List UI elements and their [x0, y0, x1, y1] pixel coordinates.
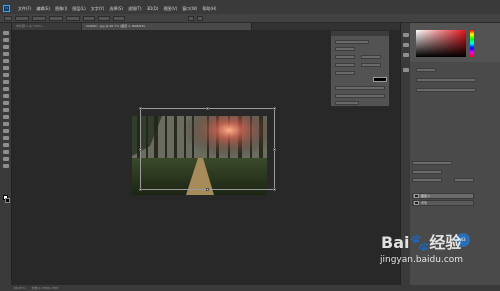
font-family-select[interactable] [335, 40, 369, 44]
layers-panel [410, 157, 500, 285]
eraser-tool-icon[interactable] [3, 101, 9, 105]
move-tool-icon[interactable] [3, 31, 9, 35]
y-field[interactable] [32, 15, 46, 21]
menu-window[interactable]: 窗口(W) [182, 6, 197, 12]
color-picker-shade [416, 30, 466, 57]
paragraph-panel-icon[interactable] [403, 53, 409, 57]
menu-select[interactable]: 选择(S) [109, 6, 123, 12]
menu-view[interactable]: 视图(V) [163, 6, 177, 12]
transform-handle[interactable] [139, 107, 142, 110]
character-panel-header[interactable] [331, 31, 389, 36]
hand-tool-icon[interactable] [3, 157, 9, 161]
skew-field[interactable] [98, 15, 110, 21]
dodge-tool-icon[interactable] [3, 122, 9, 126]
transform-handle[interactable] [206, 188, 209, 191]
height-field[interactable] [66, 15, 80, 21]
zoom-level[interactable]: 66.67% [14, 286, 25, 290]
adjustment-row[interactable] [416, 88, 476, 92]
layer-row[interactable]: 背景 [412, 200, 474, 206]
baidu-jingyan-logo: Bai🐾经验 [381, 233, 462, 252]
shape-tool-icon[interactable] [3, 150, 9, 154]
menu-bar: Ps 文件(F) 编辑(E) 图像(I) 图层(L) 文字(Y) 选择(S) 滤… [0, 3, 500, 14]
menu-edit[interactable]: 编辑(E) [36, 6, 50, 12]
menu-layer[interactable]: 图层(L) [72, 6, 85, 12]
menu-image[interactable]: 图像(I) [55, 6, 67, 12]
x-field[interactable] [15, 15, 29, 21]
transform-handle[interactable] [139, 148, 142, 151]
layer-thumbnail [414, 194, 419, 198]
opentype-buttons[interactable] [335, 94, 385, 98]
transform-handle[interactable] [206, 107, 209, 110]
path-select-tool-icon[interactable] [3, 143, 9, 147]
brush-tool-icon[interactable] [3, 80, 9, 84]
text-color-swatch[interactable] [373, 77, 387, 82]
history-panel-icon[interactable] [403, 33, 409, 37]
options-bar [0, 14, 500, 23]
photoshop-logo: Ps [3, 5, 10, 12]
layer-row[interactable]: 图层 1 [412, 193, 474, 199]
kerning-field[interactable] [335, 63, 355, 67]
menu-filter[interactable]: 滤镜(T) [128, 6, 142, 12]
transform-bounding-box[interactable] [139, 107, 276, 191]
cancel-transform-icon[interactable] [188, 15, 194, 21]
quick-select-tool-icon[interactable] [3, 52, 9, 56]
hue-slider[interactable] [470, 30, 474, 57]
layers-panel-tabs[interactable] [412, 161, 452, 165]
scale-field[interactable] [335, 71, 355, 75]
layer-name: 图层 1 [421, 194, 430, 198]
blur-tool-icon[interactable] [3, 115, 9, 119]
tab-document-1[interactable]: 未标题-1 @ 100%... [12, 23, 82, 30]
properties-panel-icon[interactable] [403, 68, 409, 72]
adjustments-panel [410, 62, 500, 157]
commit-transform-icon[interactable] [197, 15, 203, 21]
status-bar: 66.67% 文档:1.37M/1.37M [0, 285, 500, 291]
character-panel-icon[interactable] [403, 43, 409, 47]
type-tool-icon[interactable] [3, 136, 9, 140]
transform-handle[interactable] [273, 107, 276, 110]
menu-file[interactable]: 文件(F) [18, 6, 31, 12]
menu-type[interactable]: 文字(Y) [91, 6, 105, 12]
transform-handle[interactable] [139, 188, 142, 191]
toolbox [0, 23, 12, 285]
font-style-select[interactable] [335, 47, 355, 51]
zoom-tool-icon[interactable] [3, 164, 9, 168]
photoshop-window: Ps 文件(F) 编辑(E) 图像(I) 图层(L) 文字(Y) 选择(S) 滤… [0, 0, 500, 291]
tool-preset-picker[interactable] [4, 15, 12, 21]
layer-filter-select[interactable] [412, 170, 442, 174]
text-style-buttons[interactable] [335, 86, 385, 90]
width-field[interactable] [49, 15, 63, 21]
adjustment-row[interactable] [416, 78, 476, 82]
menu-3d[interactable]: 3D(D) [147, 6, 159, 11]
font-size-field[interactable] [335, 55, 355, 59]
menu-help[interactable]: 帮助(H) [202, 6, 216, 12]
watermark-url: jingyan.baidu.com [380, 255, 464, 265]
layer-name: 背景 [421, 201, 428, 205]
eyedropper-tool-icon[interactable] [3, 66, 9, 70]
tracking-field[interactable] [361, 63, 381, 67]
background-color-swatch[interactable] [5, 198, 10, 203]
interpolation-select[interactable] [113, 15, 125, 21]
layer-thumbnail [414, 201, 419, 205]
leading-field[interactable] [361, 55, 381, 59]
gradient-tool-icon[interactable] [3, 108, 9, 112]
blend-mode-select[interactable] [412, 178, 442, 182]
history-brush-tool-icon[interactable] [3, 94, 9, 98]
marquee-tool-icon[interactable] [3, 38, 9, 42]
crop-tool-icon[interactable] [3, 59, 9, 63]
document-size: 文档:1.37M/1.37M [31, 286, 59, 290]
opacity-field[interactable] [454, 178, 474, 182]
clone-stamp-tool-icon[interactable] [3, 87, 9, 91]
character-panel [330, 30, 390, 107]
language-select[interactable] [335, 101, 359, 105]
transform-handle[interactable] [273, 148, 276, 151]
rotate-field[interactable] [83, 15, 95, 21]
lasso-tool-icon[interactable] [3, 45, 9, 49]
transform-handle[interactable] [273, 188, 276, 191]
healing-brush-tool-icon[interactable] [3, 73, 9, 77]
pen-tool-icon[interactable] [3, 129, 9, 133]
adjustment-row[interactable] [416, 68, 436, 72]
tab-document-2[interactable]: 2a0b8c...jpg @ 66.7% (图层 1, RGB/8#) [82, 23, 252, 30]
document-tabs: 未标题-1 @ 100%... 2a0b8c...jpg @ 66.7% (图层… [12, 23, 400, 30]
